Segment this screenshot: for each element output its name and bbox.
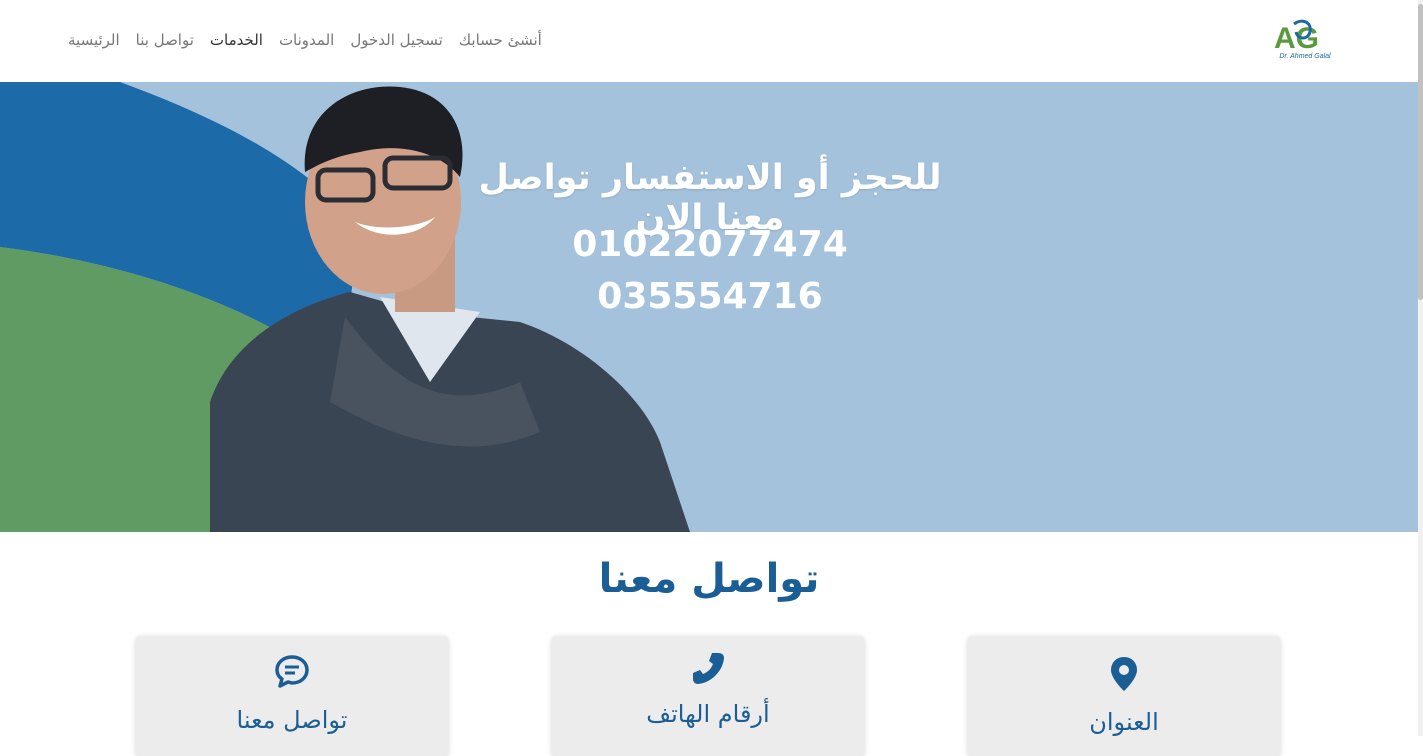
chat-icon — [272, 652, 312, 692]
svg-text:AG: AG — [1274, 22, 1319, 54]
nav-item-contact[interactable]: تواصل بنا — [136, 31, 194, 49]
card-chat-label: تواصل معنا — [236, 706, 348, 734]
nav-item-login[interactable]: تسجيل الدخول — [350, 31, 442, 49]
nav-item-home[interactable]: الرئيسية — [68, 31, 120, 49]
card-chat[interactable]: تواصل معنا — [136, 636, 448, 756]
site-logo[interactable]: AG Dr. Ahmed Galal — [1272, 18, 1338, 62]
nav-item-blogs[interactable]: المدونات — [279, 31, 334, 49]
page-scrollbar[interactable] — [1418, 0, 1423, 736]
hero-phone-primary[interactable]: 01022077474 — [540, 224, 880, 265]
scrollbar-thumb[interactable] — [1418, 4, 1423, 300]
logo-mark-icon: AG — [1274, 19, 1319, 55]
navbar: AG Dr. Ahmed Galal الرئيسية تواصل بنا ال… — [0, 0, 1418, 82]
card-address-label: العنوان — [1089, 708, 1159, 736]
nav-item-services[interactable]: الخدمات — [210, 31, 263, 49]
location-pin-icon — [1104, 654, 1144, 694]
card-address[interactable]: العنوان — [968, 636, 1280, 756]
hero-banner: للحجز أو الاستفسار تواصل معنا الان 01022… — [0, 82, 1418, 532]
card-phone[interactable]: أرقام الهاتف — [552, 636, 864, 756]
logo-subtitle: Dr. Ahmed Galal — [1279, 53, 1331, 60]
nav-menu: الرئيسية تواصل بنا الخدمات المدونات تسجي… — [68, 28, 542, 52]
card-phone-label: أرقام الهاتف — [646, 700, 770, 728]
contact-section-title: تواصل معنا — [598, 556, 820, 602]
hero-phone-secondary[interactable]: 035554716 — [540, 276, 880, 317]
nav-item-register[interactable]: أنشئ حسابك — [459, 31, 542, 49]
phone-icon — [688, 648, 728, 688]
